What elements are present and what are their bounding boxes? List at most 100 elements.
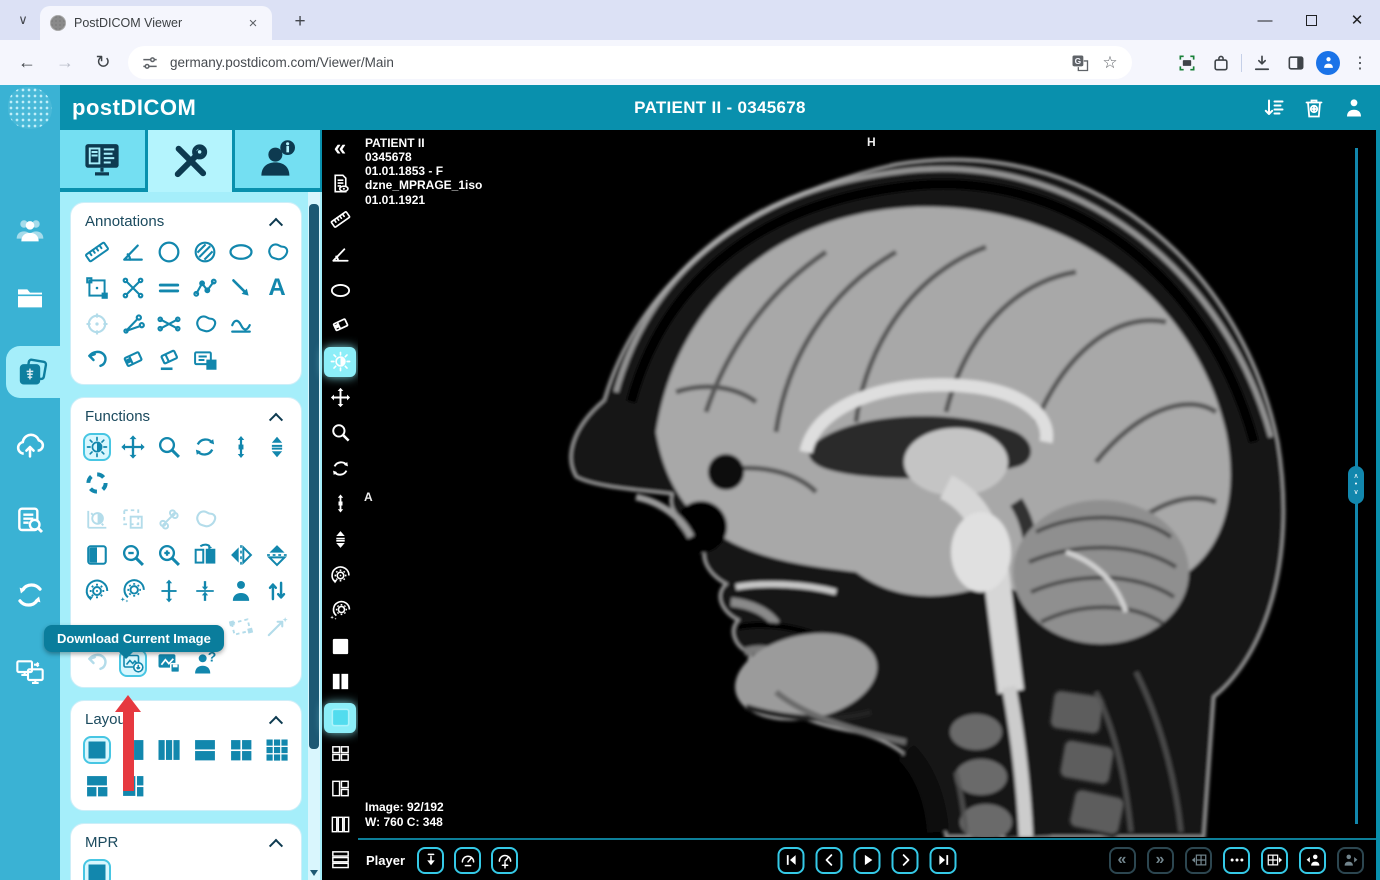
pan-icon[interactable] <box>324 382 356 412</box>
screenshot-icon[interactable] <box>1173 49 1201 77</box>
browser-menu-icon[interactable]: ⋮ <box>1346 49 1374 77</box>
sort-order-icon[interactable] <box>263 577 291 605</box>
scroll-down-arrow-icon[interactable] <box>310 870 318 876</box>
next-series-icon[interactable]: » <box>1147 846 1174 874</box>
layout-2x1-icon[interactable] <box>191 736 219 764</box>
layout-next-icon[interactable] <box>1261 846 1288 874</box>
report-view-icon[interactable] <box>324 169 356 199</box>
probe-icon[interactable] <box>83 310 111 338</box>
image-viewport[interactable]: PATIENT II 0345678 01.01.1853 - F dzne_M… <box>358 130 1380 880</box>
url-text[interactable]: germany.postdicom.com/Viewer/Main <box>170 55 1060 70</box>
rotate-auto-icon[interactable] <box>324 596 356 626</box>
tab-patient-info[interactable] <box>235 130 321 188</box>
speed-up-icon[interactable] <box>491 846 519 874</box>
next-image-icon[interactable] <box>891 846 919 874</box>
site-settings-icon[interactable] <box>140 53 160 73</box>
parallel-lines-icon[interactable] <box>155 274 183 302</box>
magnify-icon[interactable] <box>155 433 183 461</box>
bone-icon[interactable] <box>155 505 183 533</box>
closed-freehand-icon[interactable] <box>191 310 219 338</box>
patients-icon[interactable] <box>14 214 46 246</box>
tab-tools[interactable] <box>147 130 233 192</box>
save-annotations-icon[interactable] <box>191 346 219 374</box>
erase-icon[interactable] <box>119 346 147 374</box>
play-icon[interactable] <box>853 846 881 874</box>
open-angle-icon[interactable] <box>119 310 147 338</box>
angle-icon[interactable] <box>324 240 356 270</box>
reload-button[interactable]: ↻ <box>88 47 118 77</box>
more-options-icon[interactable] <box>1223 846 1250 874</box>
back-button[interactable]: ← <box>12 47 42 77</box>
layout-white-icon[interactable] <box>324 631 356 661</box>
layout-1x1-icon[interactable] <box>83 736 111 764</box>
ellipse-icon[interactable] <box>324 275 356 305</box>
layout-1x3-icon[interactable] <box>155 736 183 764</box>
tab-series[interactable] <box>60 130 145 188</box>
delete-items-icon[interactable] <box>1302 96 1326 120</box>
cross-lines-icon[interactable] <box>119 274 147 302</box>
maximize-button[interactable] <box>1288 0 1334 40</box>
window-level-icon[interactable] <box>324 346 356 377</box>
erase-all-icon[interactable] <box>155 346 183 374</box>
bookmark-star-icon[interactable]: ☆ <box>1100 53 1120 73</box>
last-image-icon[interactable] <box>929 846 957 874</box>
sync-icon[interactable] <box>14 579 46 611</box>
layout-2bars-icon[interactable] <box>324 667 356 697</box>
viewer-icon[interactable] <box>17 356 49 388</box>
extensions-icon[interactable] <box>1207 49 1235 77</box>
patient-orientation-icon[interactable] <box>227 577 255 605</box>
side-panel-icon[interactable] <box>1282 49 1310 77</box>
address-bar[interactable]: germany.postdicom.com/Viewer/Main ☆ <box>128 46 1132 79</box>
fit-width-icon[interactable] <box>191 577 219 605</box>
profile-avatar[interactable] <box>1316 50 1340 75</box>
reset-icon[interactable] <box>83 649 111 677</box>
mirror-vertical-icon[interactable] <box>263 541 291 569</box>
zoom-in-icon[interactable] <box>155 541 183 569</box>
collapse-chevron-icon[interactable] <box>268 715 284 730</box>
freehand-region-icon[interactable] <box>191 505 219 533</box>
invert-icon[interactable] <box>83 541 111 569</box>
rail-item-patients[interactable] <box>0 204 60 256</box>
rail-item-sync[interactable] <box>0 569 60 621</box>
layout-rows-outline-icon[interactable] <box>324 845 356 875</box>
cine-download-icon[interactable] <box>417 846 445 874</box>
previous-image-icon[interactable] <box>815 846 843 874</box>
mpr-view-icon[interactable] <box>83 859 111 880</box>
stack-scroll-icon[interactable] <box>263 433 291 461</box>
freehand-icon[interactable] <box>263 238 291 266</box>
minimize-button[interactable]: — <box>1242 0 1288 40</box>
magnify-icon[interactable] <box>324 418 356 448</box>
circle-icon[interactable] <box>155 238 183 266</box>
collapse-chevron-icon[interactable] <box>268 412 284 427</box>
download-queue-icon[interactable] <box>1262 96 1286 120</box>
shaded-circle-icon[interactable] <box>191 238 219 266</box>
collapse-chevron-icon[interactable] <box>268 838 284 853</box>
image-scroll-slider[interactable]: ∧ • ∨ <box>1348 148 1364 824</box>
rail-item-worklist[interactable] <box>0 494 60 546</box>
translate-icon[interactable] <box>1070 53 1090 73</box>
arrow-icon[interactable] <box>227 274 255 302</box>
collapse-panel-icon[interactable]: « <box>324 133 356 163</box>
erase-icon[interactable] <box>324 311 356 341</box>
scroll-icon[interactable] <box>324 489 356 519</box>
rotate-free-icon[interactable] <box>191 433 219 461</box>
save-image-icon[interactable] <box>155 649 183 677</box>
new-tab-button[interactable]: + <box>286 8 314 36</box>
rail-item-viewer[interactable] <box>6 346 60 398</box>
ellipse-icon[interactable] <box>227 238 255 266</box>
first-image-icon[interactable] <box>777 846 805 874</box>
layout-1-2-icon[interactable] <box>83 772 111 800</box>
rotate-left-icon[interactable] <box>83 577 111 605</box>
length-ruler-icon[interactable] <box>324 204 356 234</box>
window-region-icon[interactable] <box>83 505 111 533</box>
layout-current-icon[interactable] <box>324 702 356 733</box>
crop-icon[interactable] <box>227 613 255 641</box>
length-ruler-icon[interactable] <box>83 238 111 266</box>
spline-icon[interactable] <box>227 310 255 338</box>
forward-button[interactable]: → <box>50 47 80 77</box>
fit-height-icon[interactable] <box>155 577 183 605</box>
browser-tab[interactable]: PostDICOM Viewer × <box>40 6 272 40</box>
select-area-icon[interactable] <box>119 505 147 533</box>
rail-item-folders[interactable] <box>0 272 60 324</box>
consult-icon[interactable] <box>191 649 219 677</box>
